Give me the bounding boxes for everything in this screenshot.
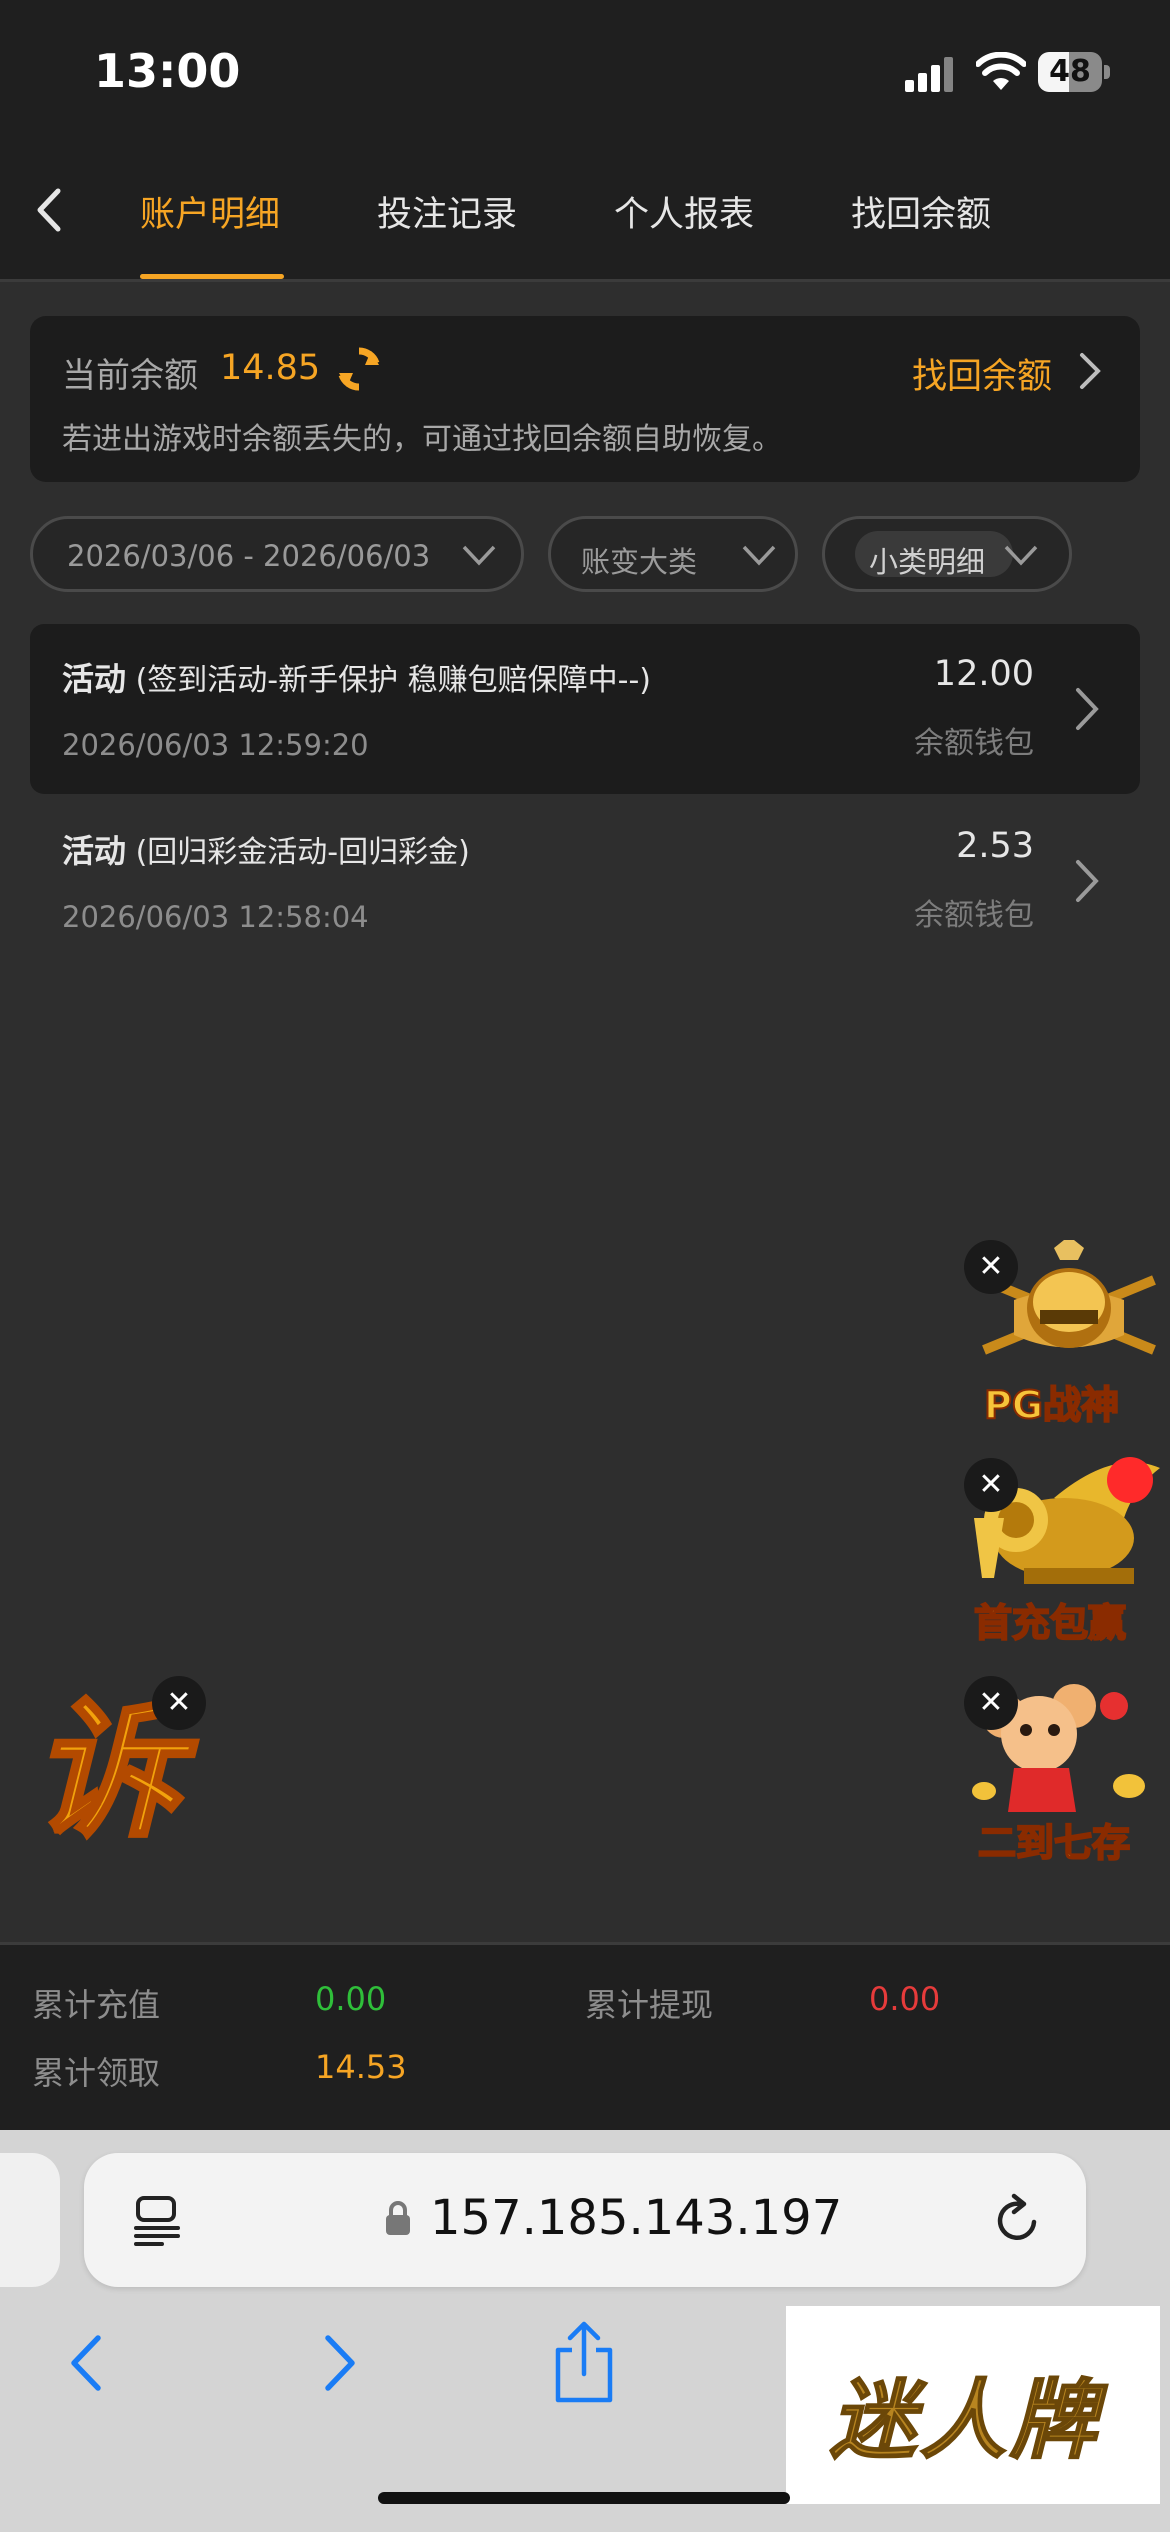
- cellular-signal-icon: [905, 56, 955, 92]
- totals-panel: [0, 1942, 1170, 2130]
- record-row[interactable]: [30, 796, 1140, 966]
- recharge-total-value: 0.00: [315, 1980, 387, 2018]
- date-range-value: 2026/03/06 - 2026/06/03: [67, 539, 431, 573]
- record-wallet: 余额钱包: [914, 898, 1034, 933]
- balance-label: 当前余额: [62, 356, 198, 396]
- category-filter[interactable]: 账变大类: [548, 516, 798, 592]
- refresh-icon[interactable]: [335, 345, 383, 393]
- chevron-right-icon[interactable]: [1072, 686, 1102, 732]
- recharge-total-label: 累计充值: [32, 1986, 161, 2024]
- share-icon[interactable]: [550, 2320, 618, 2404]
- tab-recover-balance[interactable]: 找回余额: [851, 186, 991, 237]
- record-detail: (回归彩金活动-回归彩金): [135, 835, 470, 870]
- reader-view-icon[interactable]: [132, 2194, 182, 2248]
- browser-forward-icon[interactable]: [318, 2332, 362, 2394]
- close-icon[interactable]: ✕: [964, 1458, 1018, 1512]
- subcategory-value: 小类明细: [869, 545, 986, 577]
- battery-icon: 48: [1038, 52, 1110, 92]
- notification-dot: [1107, 1457, 1153, 1503]
- browser-back-icon[interactable]: [64, 2332, 108, 2394]
- chevron-right-icon[interactable]: [1076, 351, 1104, 391]
- record-row[interactable]: [30, 624, 1140, 794]
- pg-promo-badge[interactable]: ✕ PG战神: [964, 1240, 1164, 1430]
- balance-hint: 若进出游戏时余额丢失的，可通过找回余额自助恢复。: [62, 422, 782, 457]
- wifi-icon: [976, 52, 1026, 90]
- claimed-total-label: 累计领取: [32, 2054, 161, 2092]
- back-icon[interactable]: [30, 185, 70, 235]
- close-icon[interactable]: ✕: [152, 1676, 206, 1730]
- chevron-down-icon: [462, 545, 496, 566]
- home-indicator: [378, 2492, 790, 2504]
- close-icon[interactable]: ✕: [964, 1676, 1018, 1730]
- previous-tab-peek[interactable]: [0, 2153, 60, 2287]
- record-amount: 2.53: [956, 826, 1034, 866]
- chevron-down-icon: [742, 545, 776, 566]
- chevron-right-icon[interactable]: [1072, 858, 1102, 904]
- record-type: 活动: [62, 660, 127, 698]
- balance-value: 14.85: [220, 348, 321, 388]
- record-title: 活动 (签到活动-新手保护 稳赚包赔保障中--): [62, 654, 651, 700]
- watermark-text: 迷人牌: [829, 2370, 1100, 2472]
- record-time: 2026/06/03 12:58:04: [62, 900, 369, 934]
- category-value: 账变大类: [581, 545, 698, 579]
- battery-percent: 48: [1049, 54, 1091, 89]
- date-range-filter[interactable]: 2026/03/06 - 2026/06/03: [30, 516, 524, 592]
- record-type: 活动: [62, 832, 127, 870]
- record-wallet: 余额钱包: [914, 726, 1034, 761]
- active-tab-indicator: [140, 274, 284, 279]
- tab-personal-report[interactable]: 个人报表: [614, 186, 754, 237]
- withdraw-total-label: 累计提现: [585, 1986, 714, 2024]
- claimed-total-value: 14.53: [315, 2048, 407, 2086]
- complaint-badge[interactable]: 诉 ✕: [30, 1676, 212, 1876]
- deposit-badge-caption: 二到七存: [977, 1820, 1131, 1866]
- pg-badge-caption: PG战神: [983, 1382, 1120, 1428]
- subcategory-filter[interactable]: 小类明细: [822, 516, 1072, 592]
- tab-bet-records[interactable]: 投注记录: [377, 186, 517, 237]
- first-charge-caption: 首充包赢: [973, 1600, 1127, 1646]
- withdraw-total-value: 0.00: [869, 1980, 941, 2018]
- chevron-down-icon: [1004, 545, 1038, 566]
- record-amount: 12.00: [933, 654, 1034, 694]
- record-time: 2026/06/03 12:59:20: [62, 728, 369, 762]
- deposit-promo-badge[interactable]: ✕ 二到七存: [964, 1676, 1164, 1866]
- recover-balance-link[interactable]: 找回余额: [912, 348, 1052, 399]
- status-time: 13:00: [94, 44, 241, 98]
- record-detail: (签到活动-新手保护 稳赚包赔保障中--): [135, 663, 651, 698]
- url-text[interactable]: 157.185.143.197: [430, 2190, 842, 2246]
- tab-account-details[interactable]: 账户明细: [140, 186, 280, 237]
- close-icon[interactable]: ✕: [964, 1240, 1018, 1294]
- lock-icon: [386, 2201, 410, 2235]
- reload-icon[interactable]: [990, 2192, 1046, 2248]
- record-title: 活动 (回归彩金活动-回归彩金): [62, 826, 470, 872]
